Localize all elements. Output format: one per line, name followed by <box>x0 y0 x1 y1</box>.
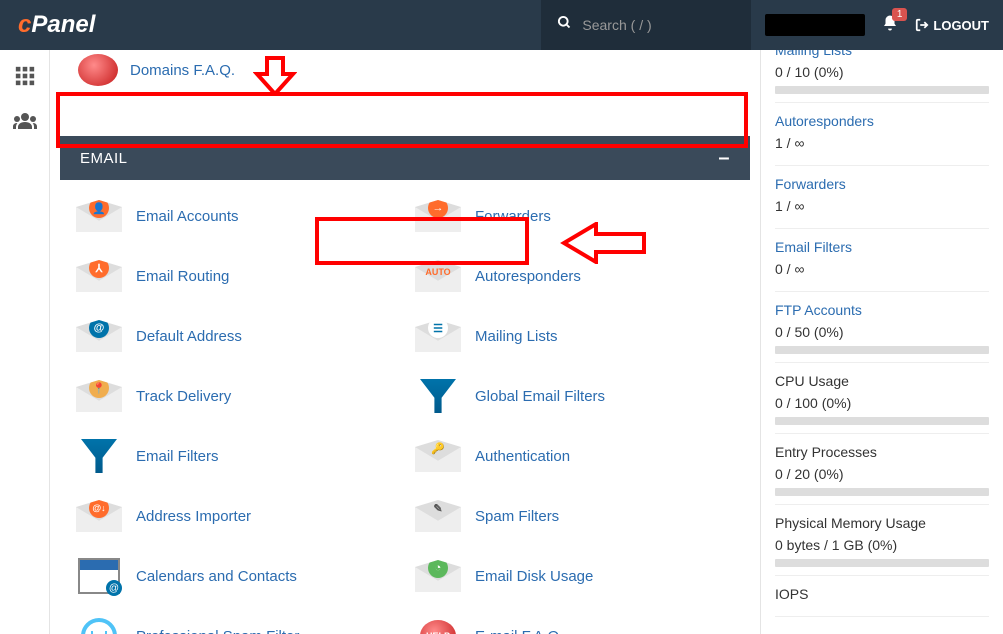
search-icon <box>557 15 572 35</box>
autoresponders-item[interactable]: AUTO Autoresponders <box>409 256 740 296</box>
username-redacted <box>765 14 865 36</box>
section-title: EMAIL <box>80 150 128 167</box>
track-delivery-item[interactable]: 📍 Track Delivery <box>70 376 401 416</box>
stat-title[interactable]: Forwarders <box>775 176 989 192</box>
forwarders-icon: → <box>415 198 461 234</box>
disk-usage-icon: ◔ <box>415 558 461 594</box>
stat-value: 0 bytes / 1 GB (0%) <box>775 537 989 553</box>
global-filters-item[interactable]: Global Email Filters <box>409 376 740 416</box>
spam-filters-icon: ✎ <box>415 498 461 534</box>
stat-value: 1 / ∞ <box>775 198 989 214</box>
default-address-icon: @ <box>76 318 122 354</box>
authentication-icon: 🔑 <box>415 438 461 474</box>
cpanel-logo[interactable]: cPanel <box>0 11 113 39</box>
email-faq-icon: HELP <box>415 618 461 634</box>
spam-filters-item[interactable]: ✎ Spam Filters <box>409 496 740 536</box>
stat-block: CPU Usage 0 / 100 (0%) <box>775 363 989 434</box>
search-box[interactable] <box>541 0 751 50</box>
email-routing-item[interactable]: ⅄ Email Routing <box>70 256 401 296</box>
stat-title[interactable]: Email Filters <box>775 239 989 255</box>
stat-title: IOPS <box>775 586 989 602</box>
calendars-item[interactable]: Calendars and Contacts <box>70 556 401 596</box>
email-accounts-item[interactable]: 👤 Email Accounts <box>70 196 401 236</box>
track-delivery-icon: 📍 <box>76 378 122 414</box>
stat-block: Physical Memory Usage 0 bytes / 1 GB (0%) <box>775 505 989 576</box>
stat-progress-bar <box>775 86 989 94</box>
email-filters-item[interactable]: Email Filters <box>70 436 401 476</box>
mailing-lists-item[interactable]: ☰ Mailing Lists <box>409 316 740 356</box>
stat-block: Autoresponders 1 / ∞ <box>775 103 989 166</box>
notification-badge: 1 <box>892 8 908 21</box>
email-filters-icon <box>76 438 122 474</box>
address-importer-item[interactable]: @↓ Address Importer <box>70 496 401 536</box>
stat-value: 0 / 10 (0%) <box>775 64 989 80</box>
stat-title[interactable]: FTP Accounts <box>775 302 989 318</box>
domains-faq-item[interactable]: Domains F.A.Q. <box>60 50 750 94</box>
stat-progress-bar <box>775 559 989 567</box>
header: cPanel 1 LOGOUT <box>0 0 1003 50</box>
calendars-icon <box>76 558 122 594</box>
mailing-lists-icon: ☰ <box>415 318 461 354</box>
forwarders-item[interactable]: → Forwarders <box>409 196 740 236</box>
notification-bell-icon[interactable]: 1 <box>881 14 899 37</box>
stat-title: CPU Usage <box>775 373 989 389</box>
stat-block: Forwarders 1 / ∞ <box>775 166 989 229</box>
address-importer-icon: @↓ <box>76 498 122 534</box>
stat-value: 0 / ∞ <box>775 261 989 277</box>
domains-faq-label: Domains F.A.Q. <box>130 62 235 79</box>
stat-progress-bar <box>775 417 989 425</box>
search-input[interactable] <box>582 17 722 33</box>
email-accounts-icon: 👤 <box>76 198 122 234</box>
nav-apps-icon[interactable] <box>11 62 39 90</box>
global-filters-icon <box>415 378 461 414</box>
email-grid: 👤 Email Accounts → Forwarders ⅄ Email Ro… <box>60 180 750 634</box>
disk-usage-item[interactable]: ◔ Email Disk Usage <box>409 556 740 596</box>
logout-label: LOGOUT <box>933 18 989 33</box>
pro-spam-icon <box>76 618 122 634</box>
stat-block: Mailing Lists 0 / 10 (0%) <box>775 50 989 103</box>
pro-spam-item[interactable]: Professional Spam Filter <box>70 616 401 634</box>
left-nav <box>0 50 50 634</box>
stat-title[interactable]: Mailing Lists <box>775 50 989 58</box>
stat-title: Entry Processes <box>775 444 989 460</box>
logout-button[interactable]: LOGOUT <box>915 18 989 33</box>
stat-title[interactable]: Autoresponders <box>775 113 989 129</box>
stat-progress-bar <box>775 488 989 496</box>
autoresponders-icon: AUTO <box>415 258 461 294</box>
stat-block: IOPS <box>775 576 989 617</box>
help-button-icon <box>78 54 118 86</box>
main-content: Domains F.A.Q. EMAIL – 👤 Email Accounts … <box>50 50 760 634</box>
email-faq-item[interactable]: HELP E-mail F.A.Q. <box>409 616 740 634</box>
stat-block: Email Filters 0 / ∞ <box>775 229 989 292</box>
stat-title: Physical Memory Usage <box>775 515 989 531</box>
email-section-header[interactable]: EMAIL – <box>60 136 750 180</box>
stat-value: 0 / 50 (0%) <box>775 324 989 340</box>
stats-sidebar: Mailing Lists 0 / 10 (0%) Autoresponders 1 … <box>760 50 1003 634</box>
collapse-icon[interactable]: – <box>718 147 730 170</box>
email-routing-icon: ⅄ <box>76 258 122 294</box>
stat-block: Entry Processes 0 / 20 (0%) <box>775 434 989 505</box>
stat-progress-bar <box>775 346 989 354</box>
authentication-item[interactable]: 🔑 Authentication <box>409 436 740 476</box>
nav-users-icon[interactable] <box>11 108 39 136</box>
stat-block: FTP Accounts 0 / 50 (0%) <box>775 292 989 363</box>
stat-value: 0 / 20 (0%) <box>775 466 989 482</box>
stat-value: 1 / ∞ <box>775 135 989 151</box>
stat-value: 0 / 100 (0%) <box>775 395 989 411</box>
default-address-item[interactable]: @ Default Address <box>70 316 401 356</box>
